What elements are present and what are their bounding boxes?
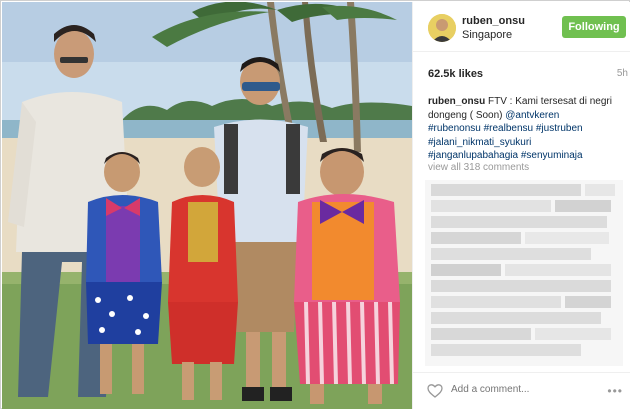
likes-row: 62.5k likes 5h (428, 68, 628, 84)
post-photo[interactable] (2, 2, 412, 409)
photo-illustration (2, 2, 412, 409)
post-age[interactable]: 5h (617, 68, 628, 79)
post-caption: ruben_onsu FTV : Kami tersesat di negri … (428, 95, 623, 163)
view-all-comments-link[interactable]: view all 318 comments (428, 162, 529, 173)
caption-hashtags-line2[interactable]: #jalani_nikmati_syukuri (428, 137, 531, 148)
avatar[interactable] (428, 14, 456, 42)
username[interactable]: ruben_onsu (462, 15, 525, 27)
caption-hashtags-line3[interactable]: #janganlupabahagia #senyuminaja (428, 150, 583, 161)
heart-icon[interactable] (427, 383, 443, 399)
add-comment-input[interactable] (451, 384, 591, 395)
avatar-image (428, 14, 456, 42)
caption-username[interactable]: ruben_onsu (428, 96, 485, 107)
blurred-comments (425, 180, 623, 366)
more-options-icon[interactable]: ••• (607, 384, 623, 398)
comment-bar: ••• (413, 372, 630, 409)
likes-count[interactable]: 62.5k likes (428, 68, 483, 80)
caption-mention[interactable]: @antvkeren (505, 110, 559, 121)
post-header: ruben_onsu Singapore Following (413, 2, 630, 52)
post-sidebar: ruben_onsu Singapore Following 62.5k lik… (412, 2, 630, 409)
location-label[interactable]: Singapore (462, 29, 512, 41)
blurred-comments-pattern (425, 180, 623, 366)
caption-hashtags-line1[interactable]: #rubenonsu #realbensu #justruben (428, 123, 583, 134)
following-button[interactable]: Following (562, 16, 626, 38)
instagram-post-window: ruben_onsu Singapore Following 62.5k lik… (0, 0, 630, 409)
